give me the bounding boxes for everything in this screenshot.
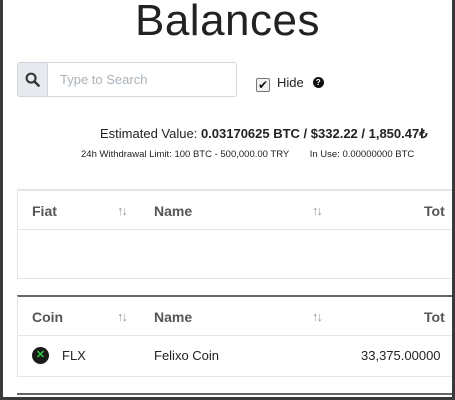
withdrawal-limit: 24h Withdrawal Limit: 100 BTC - 500,000.… — [81, 149, 290, 160]
estimated-value-label: Estimated Value: — [100, 126, 198, 141]
coin-name: Felixo Coin — [154, 348, 220, 363]
balances-panel: Balances ✔ Hide ? Estimated Value: 0.031… — [3, 0, 452, 397]
coin-table-header: Coin ↑↓ Name ↑↓ Tot — [18, 297, 452, 336]
fiat-table-header: Fiat ↑↓ Name ↑↓ Tot — [18, 191, 452, 230]
column-header-total[interactable]: Tot — [424, 309, 445, 325]
page-title: Balances — [134, 0, 320, 45]
column-header-total[interactable]: Tot — [424, 203, 445, 219]
sort-icon[interactable]: ↑↓ — [117, 309, 128, 324]
hide-toggle: ✔ Hide ? — [256, 72, 324, 92]
coin-table: Coin ↑↓ Name ↑↓ Tot FLX Felixo Coin 33,3… — [17, 295, 452, 377]
coin-symbol: FLX — [62, 348, 86, 363]
search-button[interactable] — [18, 63, 48, 96]
search-icon — [25, 72, 40, 87]
in-use: In Use: 0.00000000 BTC — [309, 149, 415, 160]
question-icon[interactable]: ? — [312, 76, 324, 88]
column-header-name[interactable]: Name — [154, 203, 192, 219]
fiat-table: Fiat ↑↓ Name ↑↓ Tot — [17, 189, 452, 279]
sort-icon[interactable]: ↑↓ — [312, 203, 323, 218]
search-group — [17, 62, 237, 97]
withdrawal-info: 24h Withdrawal Limit: 100 BTC - 500,000.… — [81, 149, 414, 160]
search-input[interactable] — [48, 63, 236, 96]
sort-icon[interactable]: ↑↓ — [312, 309, 323, 324]
coin-total: 33,375.00000 — [361, 348, 441, 363]
column-header-coin[interactable]: Coin — [32, 309, 63, 325]
table-row[interactable]: FLX Felixo Coin 33,375.00000 — [18, 336, 452, 374]
hide-checkbox[interactable]: ✔ — [256, 78, 270, 92]
hide-label: Hide — [277, 74, 304, 90]
column-header-name[interactable]: Name — [154, 309, 192, 325]
column-header-fiat[interactable]: Fiat — [32, 203, 57, 219]
sort-icon[interactable]: ↑↓ — [117, 203, 128, 218]
felixo-coin-icon — [32, 347, 49, 364]
estimated-value-amount: 0.03170625 BTC / $332.22 / 1,850.47₺ — [200, 126, 428, 141]
estimated-value: Estimated Value: 0.03170625 BTC / $332.2… — [100, 126, 428, 142]
divider — [17, 393, 452, 395]
